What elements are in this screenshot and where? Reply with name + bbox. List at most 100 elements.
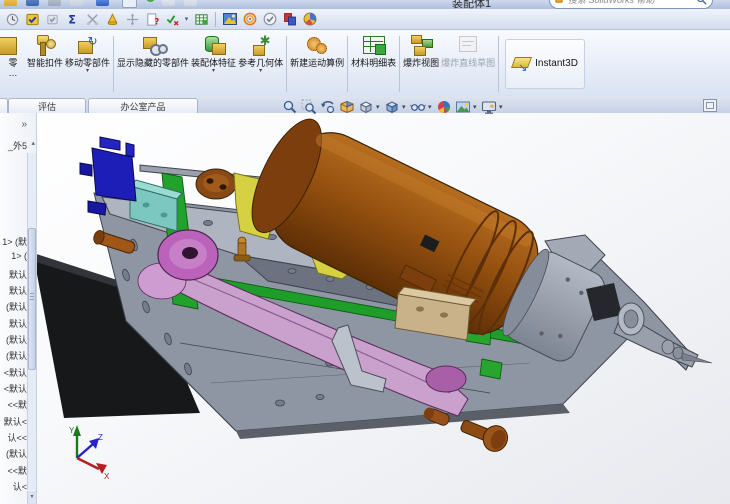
tree-item-root-fragment[interactable]: _外5 bbox=[8, 139, 27, 152]
dropdown-caret[interactable]: ▾ bbox=[212, 68, 215, 74]
previous-view-icon[interactable] bbox=[319, 98, 337, 116]
history-clock-icon[interactable] bbox=[3, 10, 21, 28]
assembly-model[interactable]: Y Z X bbox=[30, 113, 730, 504]
doc-icon[interactable] bbox=[162, 0, 175, 6]
triad-x-label: X bbox=[104, 472, 110, 481]
dropdown-caret[interactable]: ▾ bbox=[86, 68, 89, 74]
tree-item[interactable]: 默认 bbox=[9, 317, 27, 330]
tree-item[interactable]: 默认 bbox=[9, 284, 27, 297]
tree-item[interactable]: 1> ( bbox=[11, 251, 27, 261]
dropdown-arrow-icon[interactable]: ▾ bbox=[183, 15, 190, 23]
dropdown-caret[interactable]: ▾ bbox=[428, 103, 434, 111]
page-icon[interactable] bbox=[70, 0, 83, 6]
solidworks-window: 装配体1 搜索 SolidWorks 帮助 Σ ? ▾ 零 … 智能扣件 ↻ 移… bbox=[0, 0, 730, 504]
brown-pulley-small bbox=[195, 168, 237, 200]
checkbox-disabled-icon[interactable] bbox=[43, 10, 61, 28]
window-restore-icon[interactable] bbox=[703, 99, 717, 112]
tree-item[interactable]: <默认 bbox=[4, 382, 27, 395]
undo-icon[interactable] bbox=[96, 0, 109, 6]
dropdown-caret[interactable]: ▾ bbox=[473, 103, 479, 111]
cm-button-smart-fasteners[interactable]: 智能扣件 bbox=[26, 31, 64, 97]
realview-spiral-icon[interactable] bbox=[241, 10, 259, 28]
dropdown-caret[interactable]: ▾ bbox=[376, 103, 382, 111]
tree-item[interactable]: (默认 bbox=[6, 447, 27, 460]
cm-button-explode-line-sketch[interactable]: 爆炸直线草图 bbox=[440, 31, 496, 97]
lights-cone-icon[interactable] bbox=[103, 10, 121, 28]
file-check-icon[interactable]: ? bbox=[143, 10, 161, 28]
utility-toolbar: Σ ? ▾ bbox=[0, 9, 730, 30]
tree-item[interactable]: 认<< bbox=[7, 431, 27, 444]
expand-panel-chevron[interactable]: » bbox=[21, 119, 27, 130]
cm-button-show-hidden-components[interactable]: 显示隐藏的零部件 bbox=[116, 31, 190, 97]
cm-button-insert-components[interactable]: 零 … bbox=[0, 31, 26, 97]
tree-item[interactable]: 认< bbox=[13, 480, 27, 493]
folder-open-icon[interactable] bbox=[4, 0, 17, 6]
flag-icon bbox=[555, 0, 563, 3]
tree-scrollbar[interactable] bbox=[27, 153, 36, 490]
svg-text:?: ? bbox=[154, 16, 159, 26]
costing-pie-icon[interactable] bbox=[301, 10, 319, 28]
select-tool-icon[interactable] bbox=[122, 0, 137, 8]
show-hidden-icon bbox=[141, 33, 169, 57]
tree-item[interactable]: <<默 bbox=[7, 398, 27, 411]
compare-documents-icon[interactable] bbox=[281, 10, 299, 28]
assembly-features-icon bbox=[202, 33, 226, 57]
collapse-arrow-icon[interactable]: ▴ bbox=[31, 139, 35, 147]
tab-evaluate[interactable]: 评估 bbox=[8, 98, 86, 113]
zoom-area-icon[interactable] bbox=[300, 98, 318, 116]
print-icon[interactable] bbox=[48, 0, 61, 6]
tree-item[interactable]: 默认< bbox=[4, 415, 27, 428]
search-input[interactable]: 搜索 SolidWorks 帮助 bbox=[549, 0, 713, 9]
hide-show-items-icon[interactable] bbox=[409, 98, 427, 116]
cm-button-move-component[interactable]: ↻ 移动零部件 ▾ bbox=[64, 31, 111, 97]
triad-z-label: Z bbox=[98, 433, 103, 442]
tree-item[interactable]: (默认 bbox=[6, 333, 27, 346]
tree-item[interactable]: (默认 bbox=[6, 300, 27, 313]
apply-scene-icon[interactable] bbox=[454, 98, 472, 116]
dropdown-caret[interactable]: ▾ bbox=[402, 103, 408, 111]
tab-label: 评估 bbox=[37, 101, 56, 112]
cm-button-bill-of-materials[interactable]: 材料明细表 bbox=[350, 31, 397, 97]
edit-appearance-icon[interactable] bbox=[435, 98, 453, 116]
tab-label: 办公室产品 bbox=[120, 101, 166, 112]
scrollbar-thumb[interactable] bbox=[28, 228, 36, 370]
cm-separator bbox=[286, 36, 288, 92]
search-icon[interactable] bbox=[696, 0, 707, 5]
graphics-viewport[interactable]: Y Z X bbox=[30, 113, 730, 504]
check-circle-icon[interactable] bbox=[261, 10, 279, 28]
save-icon[interactable] bbox=[26, 0, 39, 6]
photoview-icon[interactable] bbox=[221, 10, 239, 28]
tree-item[interactable]: <默认 bbox=[4, 366, 27, 379]
belt-pulley-lower bbox=[425, 365, 467, 393]
toolbar-separator bbox=[215, 11, 216, 27]
cm-button-new-motion-study[interactable]: 新建运动算例 bbox=[289, 31, 345, 97]
design-table-icon[interactable] bbox=[192, 10, 210, 28]
tab-office-products[interactable]: 办公室产品 bbox=[88, 98, 198, 113]
display-style-icon[interactable] bbox=[383, 98, 401, 116]
doc2-icon[interactable] bbox=[184, 0, 197, 6]
zoom-fit-icon[interactable] bbox=[281, 98, 299, 116]
tree-item[interactable]: 1> (默 bbox=[2, 235, 27, 248]
align-move-icon[interactable] bbox=[123, 10, 141, 28]
cm-button-exploded-view[interactable]: 爆炸视图 bbox=[402, 31, 440, 97]
dropdown-caret[interactable]: ▾ bbox=[499, 103, 505, 111]
cm-button-instant3d[interactable]: ↘ Instant3D bbox=[505, 39, 585, 89]
view-settings-icon[interactable] bbox=[480, 98, 498, 116]
tree-item[interactable]: (默认 bbox=[6, 349, 27, 362]
no-external-references-icon[interactable] bbox=[83, 10, 101, 28]
cm-button-assembly-features[interactable]: 装配体特征 ▾ bbox=[190, 31, 237, 97]
equations-sigma-icon[interactable]: Σ bbox=[63, 10, 81, 28]
section-view-icon[interactable] bbox=[338, 98, 356, 116]
cm-button-reference-geometry[interactable]: ✱ 参考几何体 ▾ bbox=[237, 31, 284, 97]
scrollbar-down-arrow[interactable]: ▾ bbox=[27, 491, 36, 504]
cm-separator bbox=[399, 36, 401, 92]
dropdown-caret[interactable]: ▾ bbox=[259, 68, 262, 74]
exploded-view-icon bbox=[409, 33, 434, 57]
tab-partial[interactable] bbox=[0, 98, 8, 113]
cm-separator bbox=[498, 36, 500, 92]
view-orientation-icon[interactable] bbox=[357, 98, 375, 116]
tree-item[interactable]: <<默 bbox=[7, 464, 27, 477]
tree-item[interactable]: 默认 bbox=[9, 268, 27, 281]
design-binder-icon[interactable] bbox=[23, 10, 41, 28]
verification-icon[interactable] bbox=[163, 10, 181, 28]
